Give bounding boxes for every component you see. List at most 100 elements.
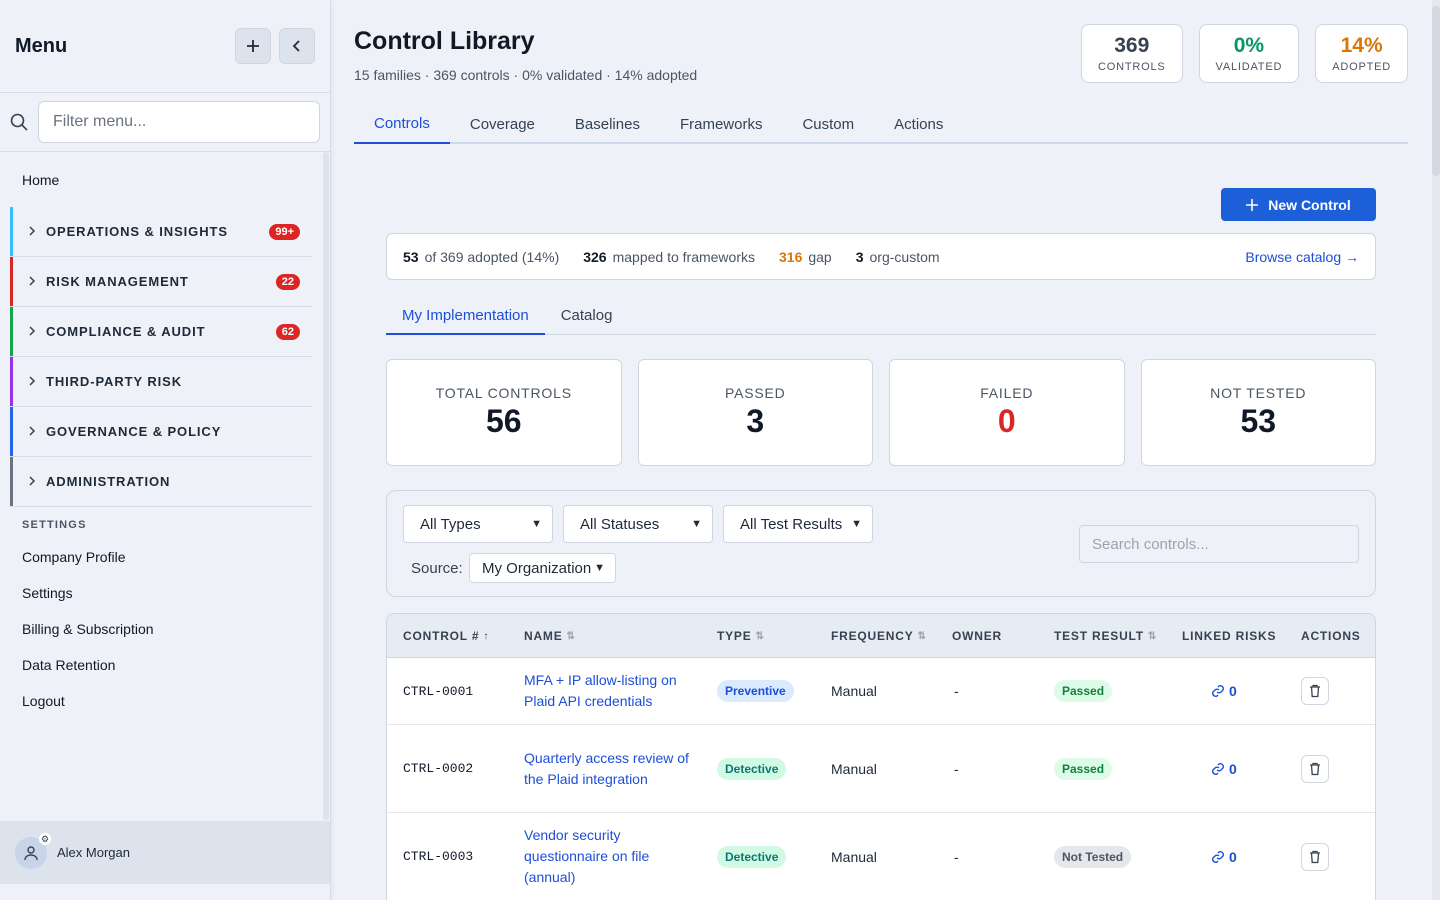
tab-actions[interactable]: Actions: [874, 104, 963, 144]
settings-link-logout[interactable]: Logout: [0, 683, 331, 719]
trash-icon: [1310, 850, 1320, 863]
kpi-label: CONTROLS: [1097, 61, 1166, 73]
settings-link-data-retention[interactable]: Data Retention: [0, 647, 331, 683]
column-header-name[interactable]: NAME ⇅: [524, 614, 576, 658]
group-color-bar: [10, 307, 13, 356]
settings-link-billing-subscription[interactable]: Billing & Subscription: [0, 611, 331, 647]
tab-coverage[interactable]: Coverage: [450, 104, 555, 144]
stat-label: NOT TESTED: [1210, 385, 1307, 401]
chevron-down-icon: ▼: [594, 562, 605, 574]
sidebar-scrollbar[interactable]: [323, 152, 329, 820]
tab-baselines[interactable]: Baselines: [555, 104, 660, 144]
tab-custom[interactable]: Custom: [782, 104, 874, 144]
control-name-link[interactable]: Quarterly access review of the Plaid int…: [524, 748, 694, 790]
linked-risks-count: 0: [1229, 683, 1237, 699]
tab-controls[interactable]: Controls: [354, 104, 450, 144]
search-icon: [10, 113, 30, 131]
linked-risks-cell[interactable]: 0: [1211, 658, 1237, 724]
sidebar-group-administration[interactable]: ADMINISTRATION: [10, 457, 312, 507]
column-header-label: NAME: [524, 629, 563, 643]
status-filter-select[interactable]: All Statuses ▼: [563, 505, 713, 543]
table-row[interactable]: CTRL-0002 Quarterly access review of the …: [387, 725, 1375, 813]
stat-failed: FAILED 0: [889, 359, 1125, 466]
column-header-type[interactable]: TYPE ⇅: [717, 614, 765, 658]
sidebar-group-risk-management[interactable]: RISK MANAGEMENT 22: [10, 257, 312, 307]
group-color-bar: [10, 257, 13, 306]
sidebar-nav: Home OPERATIONS & INSIGHTS 99+ RISK MANAGE…: [0, 152, 331, 820]
control-id: CTRL-0001: [403, 683, 474, 699]
search-controls-input[interactable]: [1079, 525, 1359, 563]
subtab-my-implementation[interactable]: My Implementation: [386, 297, 545, 335]
sidebar-group-third-party-risk[interactable]: THIRD-PARTY RISK: [10, 357, 312, 407]
sub-tabs: My Implementation Catalog: [386, 297, 1376, 335]
source-filter-select[interactable]: My Organization ▼: [469, 553, 616, 583]
browse-catalog-link[interactable]: Browse catalog →: [1245, 249, 1359, 265]
sidebar-group-label: RISK MANAGEMENT: [46, 274, 189, 289]
filter-menu-input[interactable]: [38, 101, 320, 143]
chevron-right-icon: [28, 474, 36, 489]
column-header-owner: OWNER: [952, 614, 1002, 658]
link-icon: [1211, 684, 1229, 698]
stat-passed: PASSED 3: [637, 359, 873, 466]
sort-asc-icon: ↑: [483, 630, 490, 642]
column-header-test-result[interactable]: TEST RESULT ⇅: [1054, 614, 1157, 658]
test-result-cell: Not Tested: [1054, 813, 1132, 900]
chevron-down-icon: ▼: [691, 518, 702, 530]
linked-risks-cell[interactable]: 0: [1211, 813, 1237, 900]
table-row[interactable]: CTRL-0003 Vendor security questionnaire o…: [387, 813, 1375, 900]
owner: -: [954, 760, 959, 777]
delete-control-button[interactable]: [1301, 677, 1329, 705]
delete-control-button[interactable]: [1301, 842, 1329, 871]
sidebar-group-compliance-audit[interactable]: COMPLIANCE & AUDIT 62: [10, 307, 312, 357]
column-header-label: TYPE: [717, 629, 752, 643]
sidebar-group-label: COMPLIANCE & AUDIT: [46, 324, 206, 339]
linked-risks-cell[interactable]: 0: [1211, 725, 1237, 812]
controls-table: CONTROL # ↑ NAME ⇅ TYPE ⇅ FREQUENCY ⇅ OWNER TEST …: [386, 613, 1376, 900]
summary-adopted: 53 of 369 adopted (14%): [403, 248, 560, 265]
user-icon: [24, 845, 38, 860]
column-header-control-[interactable]: CONTROL # ↑: [403, 614, 489, 658]
page-subtitle: 15 families · 369 controls · 0% validate…: [354, 67, 698, 83]
column-header-frequency[interactable]: FREQUENCY ⇅: [831, 614, 927, 658]
control-name-link[interactable]: MFA + IP allow-listing on Plaid API cred…: [524, 670, 694, 712]
linked-risks-count: 0: [1229, 848, 1237, 865]
table-row[interactable]: CTRL-0001 MFA + IP allow-listing on Plaid…: [387, 658, 1375, 725]
frequency: Manual: [831, 848, 877, 865]
stat-total-controls: TOTAL CONTROLS 56: [386, 359, 622, 466]
column-header-label: OWNER: [952, 629, 1002, 643]
kpi-value: 369: [1114, 34, 1150, 57]
new-control-button[interactable]: New Control: [1221, 188, 1376, 221]
test-result-filter-select[interactable]: All Test Results ▼: [723, 505, 873, 543]
delete-control-button[interactable]: [1301, 754, 1329, 783]
settings-link-company-profile[interactable]: Company Profile: [0, 539, 331, 575]
user-profile[interactable]: ⚙ Alex Morgan: [0, 821, 330, 884]
group-color-bar: [10, 407, 13, 456]
sidebar-header: Menu: [0, 0, 330, 93]
kpi-value: 14%: [1340, 34, 1383, 57]
collapse-sidebar-button[interactable]: [279, 28, 315, 64]
settings-link-settings[interactable]: Settings: [0, 575, 331, 611]
sidebar-item-home[interactable]: Home: [0, 152, 331, 207]
actions-cell: [1301, 658, 1329, 724]
type-filter-select[interactable]: All Types ▼: [403, 505, 553, 543]
main-scrollbar[interactable]: [1432, 0, 1440, 900]
sidebar-group-label: GOVERNANCE & POLICY: [46, 424, 222, 439]
scrollbar-thumb[interactable]: [1432, 6, 1440, 176]
subtab-catalog[interactable]: Catalog: [545, 297, 629, 334]
table-header: CONTROL # ↑ NAME ⇅ TYPE ⇅ FREQUENCY ⇅ OWNER TEST …: [387, 614, 1375, 658]
sidebar-group-operations-insights[interactable]: OPERATIONS & INSIGHTS 99+: [10, 207, 312, 257]
kpi-label: VALIDATED: [1215, 61, 1283, 73]
sidebar-group-governance-policy[interactable]: GOVERNANCE & POLICY: [10, 407, 312, 457]
test-result-cell: Passed: [1054, 658, 1113, 724]
control-name-link[interactable]: Vendor security questionnaire on file (a…: [524, 825, 694, 888]
table-body: CTRL-0001 MFA + IP allow-listing on Plaid…: [387, 658, 1375, 900]
add-menu-button[interactable]: [235, 28, 271, 64]
tab-frameworks[interactable]: Frameworks: [660, 104, 783, 144]
kpi-cards: 369 CONTROLS 0% VALIDATED 14% ADOPTED: [1080, 24, 1408, 83]
test-result-badge: Not Tested: [1054, 845, 1132, 868]
source-label: Source:: [411, 560, 463, 577]
chevron-right-icon: [28, 324, 36, 339]
chevron-right-icon: [28, 374, 36, 389]
avatar[interactable]: ⚙: [15, 832, 51, 869]
chevron-down-icon: ▼: [531, 518, 542, 530]
